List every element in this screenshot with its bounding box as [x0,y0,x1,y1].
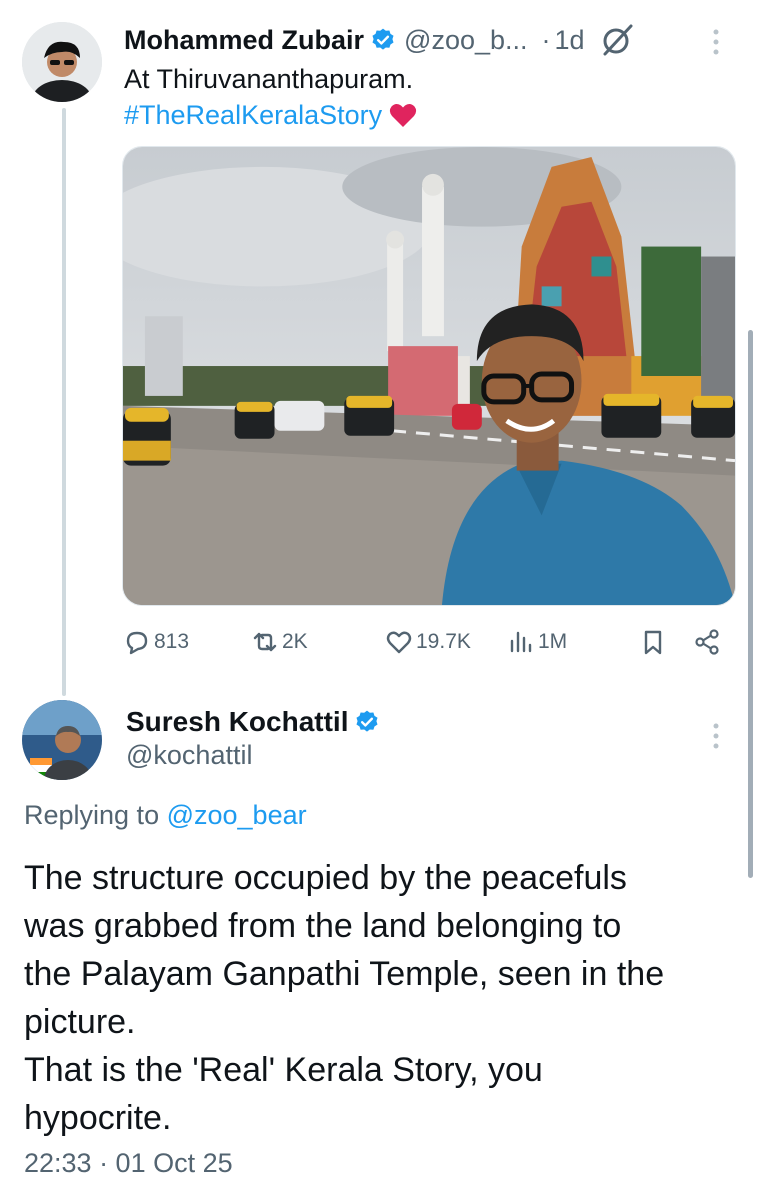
reply-text-line: picture. [24,1003,136,1041]
avatar-suresh-kochattil[interactable] [22,700,102,780]
retweet-button[interactable]: 2K [250,620,308,664]
reply-text-line: hypocrite. [24,1099,172,1137]
tweet-photo[interactable] [122,146,736,606]
reply-text: The structure occupied by the peacefuls … [24,854,724,1142]
reply-text-line: was grabbed from the land belonging to [24,907,622,945]
tweet-time-ago[interactable]: 1d [555,25,585,56]
tweet-header: Mohammed Zubair @zoo_b... · 1d [124,20,724,60]
reply-text-line: That is the 'Real' Kerala Story, you [24,1051,543,1089]
reply-header: Suresh Kochattil [126,702,380,742]
tweet-hashtag-line: #TheRealKeralaStory [124,98,418,132]
like-count: 19.7K [416,630,471,653]
author-display-name[interactable]: Mohammed Zubair [124,25,364,56]
tweet-thread: Mohammed Zubair @zoo_b... · 1d At Thiruv… [0,0,758,1200]
reply-button[interactable]: 813 [122,620,189,664]
hashtag-link[interactable]: #TheRealKeralaStory [124,98,382,132]
bookmark-icon [644,630,662,655]
tweet-text: At Thiruvananthapuram. [124,64,414,94]
scrollbar[interactable] [748,330,753,878]
views-count: 1M [538,630,568,653]
more-options-icon[interactable] [704,718,728,754]
more-options-icon[interactable] [704,24,728,60]
reply-text-line: The structure occupied by the peacefuls [24,859,627,897]
like-button[interactable]: 19.7K [384,620,471,664]
bookmark-button[interactable] [638,620,668,664]
verified-badge-icon [354,709,380,735]
tweet-actions: 813 2K 19.7K 1M [122,620,722,664]
reply-timestamp[interactable]: 22:33 · 01 Oct 25 [24,1148,233,1179]
like-icon [386,631,412,654]
views-icon [510,631,532,653]
views-button[interactable]: 1M [506,620,567,664]
reply-author-display-name[interactable]: Suresh Kochattil [126,706,348,738]
heart-emoji-icon [388,100,418,130]
share-icon [695,629,719,655]
share-button[interactable] [692,620,722,664]
grok-icon[interactable] [599,22,635,58]
reply-count: 813 [154,630,190,653]
separator-dot: · [541,24,551,55]
replying-to-label: Replying to @zoo_bear [24,800,307,831]
retweet-count: 2K [282,630,308,653]
thread-connector-line [62,108,66,696]
verified-badge-icon [370,27,396,53]
reply-author-handle[interactable]: @kochattil [126,740,252,771]
retweet-icon [253,632,277,652]
replying-to-prefix: Replying to [24,800,167,830]
reply-text-line: the Palayam Ganpathi Temple, seen in the [24,955,665,993]
replying-to-mention-link[interactable]: @zoo_bear [167,800,307,830]
author-handle[interactable]: @zoo_b... [404,25,527,56]
reply-icon [126,631,148,655]
avatar-mohammed-zubair[interactable] [22,22,102,102]
